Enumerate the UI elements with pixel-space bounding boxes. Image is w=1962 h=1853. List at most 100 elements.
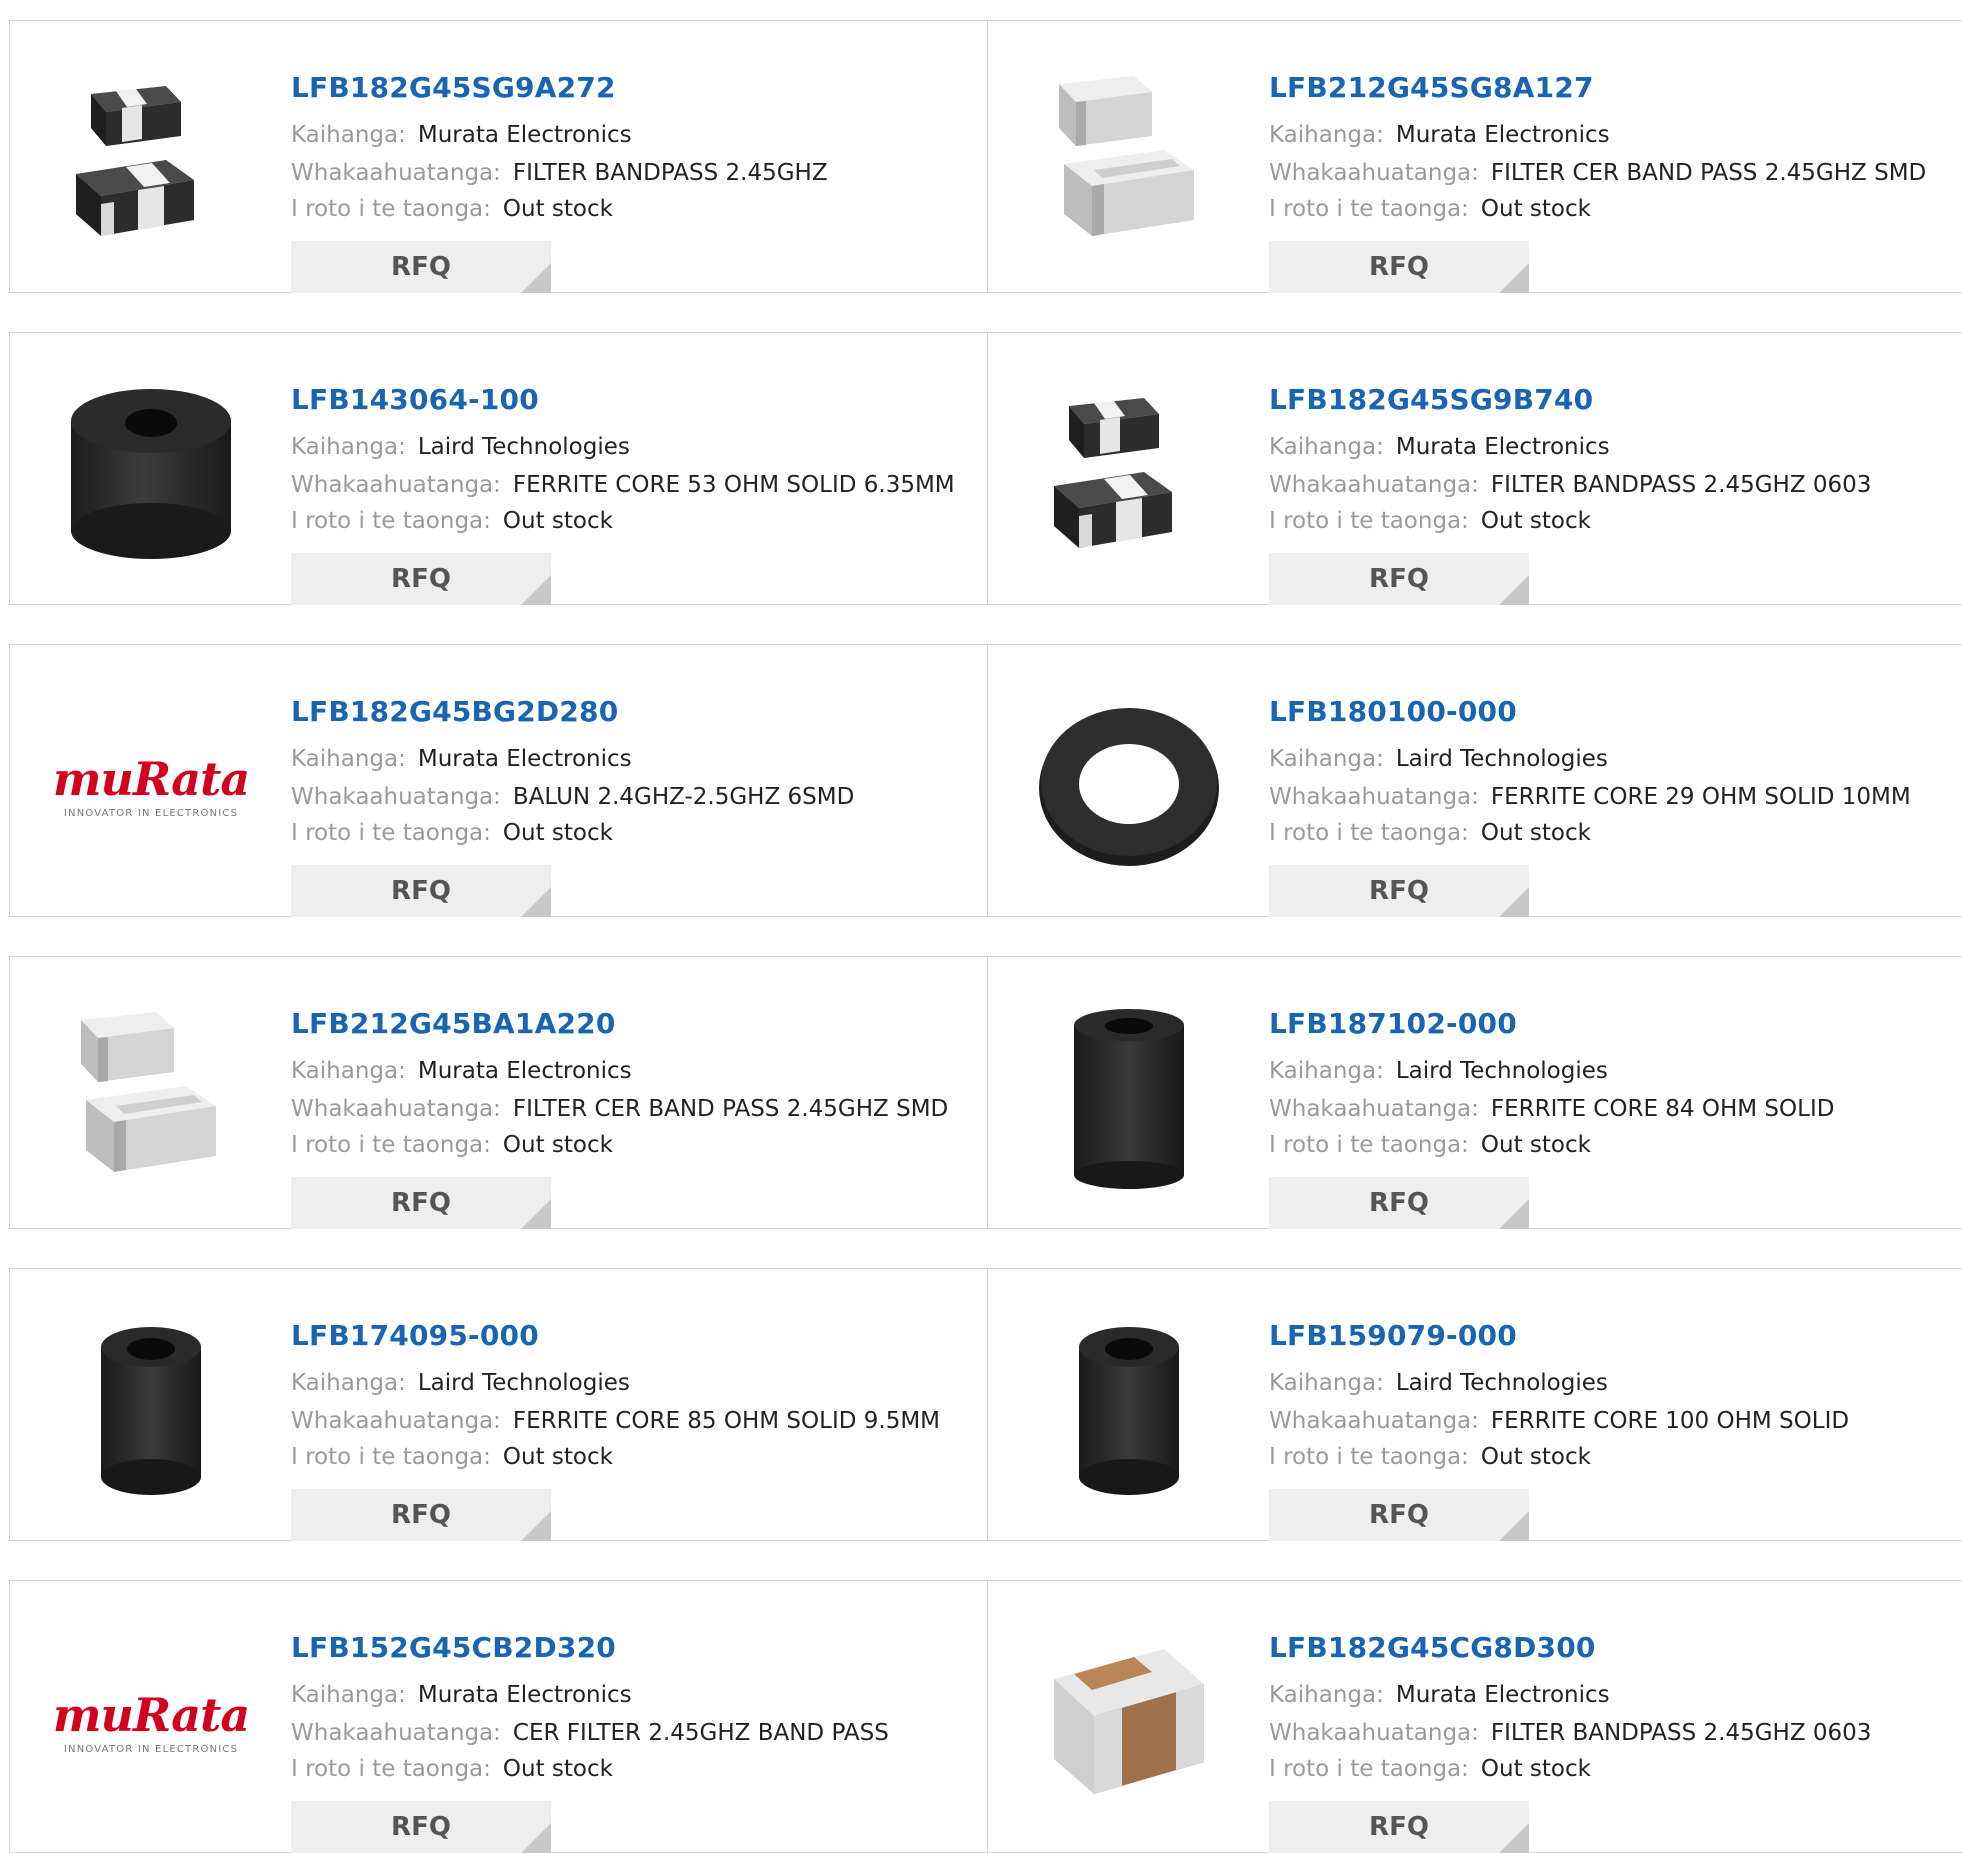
stock-row: I roto i te taonga: Out stock bbox=[291, 820, 613, 846]
rfq-button[interactable]: RFQ bbox=[1269, 241, 1529, 293]
description-row: Whakaahuatanga: FILTER BANDPASS 2.45GHZ bbox=[291, 160, 828, 186]
part-number-link[interactable]: LFB159079-000 bbox=[1269, 1319, 1517, 1352]
rfq-button[interactable]: RFQ bbox=[1269, 1801, 1529, 1853]
manufacturer-label: Kaihanga: bbox=[1269, 746, 1384, 772]
rfq-button[interactable]: RFQ bbox=[1269, 865, 1529, 917]
product-image-ferrite-core-tall[interactable] bbox=[1034, 1000, 1224, 1194]
product-thumbnail[interactable] bbox=[51, 373, 251, 573]
rfq-corner-decoration bbox=[521, 263, 551, 293]
rfq-button[interactable]: RFQ bbox=[1269, 1489, 1529, 1541]
product-thumbnail[interactable] bbox=[1029, 997, 1229, 1197]
product-row: LFB143064-100 Kaihanga: Laird Technologie… bbox=[9, 332, 1962, 605]
stock-row: I roto i te taonga: Out stock bbox=[1269, 1132, 1591, 1158]
product-thumbnail[interactable] bbox=[1029, 1621, 1229, 1821]
description-label: Whakaahuatanga: bbox=[1269, 1408, 1479, 1434]
description-value: CER FILTER 2.45GHZ BAND PASS bbox=[512, 1720, 889, 1746]
description-value: FILTER CER BAND PASS 2.45GHZ SMD bbox=[512, 1096, 949, 1122]
part-number-link[interactable]: LFB180100-000 bbox=[1269, 695, 1517, 728]
product-image-ferrite-core-short[interactable] bbox=[56, 376, 246, 570]
product-thumbnail[interactable] bbox=[51, 997, 251, 1197]
product-image-grey-smd-chip-pair[interactable] bbox=[56, 1000, 246, 1194]
manufacturer-label: Kaihanga: bbox=[1269, 122, 1384, 148]
manufacturer-row: Kaihanga: Laird Technologies bbox=[291, 434, 630, 460]
manufacturer-row: Kaihanga: Murata Electronics bbox=[291, 1682, 632, 1708]
description-label: Whakaahuatanga: bbox=[1269, 1096, 1479, 1122]
manufacturer-row: Kaihanga: Murata Electronics bbox=[291, 122, 632, 148]
rfq-button[interactable]: RFQ bbox=[1269, 553, 1529, 605]
part-number-link[interactable]: LFB212G45SG8A127 bbox=[1269, 71, 1594, 104]
stock-value: Out stock bbox=[1480, 1444, 1591, 1470]
product-image-ferrite-core-medium[interactable] bbox=[1034, 1312, 1224, 1506]
description-row: Whakaahuatanga: FILTER CER BAND PASS 2.45… bbox=[1269, 160, 1926, 186]
part-number-link[interactable]: LFB187102-000 bbox=[1269, 1007, 1517, 1040]
part-number-link[interactable]: LFB152G45CB2D320 bbox=[291, 1631, 616, 1664]
product-thumbnail[interactable] bbox=[1029, 61, 1229, 261]
description-value: FERRITE CORE 29 OHM SOLID 10MM bbox=[1490, 784, 1911, 810]
manufacturer-label: Kaihanga: bbox=[1269, 1370, 1384, 1396]
stock-row: I roto i te taonga: Out stock bbox=[1269, 1444, 1591, 1470]
rfq-label: RFQ bbox=[391, 876, 451, 906]
description-label: Whakaahuatanga: bbox=[1269, 784, 1479, 810]
product-image-grey-smd-chip-pair[interactable] bbox=[1034, 64, 1224, 258]
stock-row: I roto i te taonga: Out stock bbox=[1269, 508, 1591, 534]
product-row: LFB182G45SG9A272 Kaihanga: Murata Electro… bbox=[9, 20, 1962, 293]
stock-label: I roto i te taonga: bbox=[291, 508, 491, 534]
product-thumbnail[interactable] bbox=[1029, 685, 1229, 885]
stock-value: Out stock bbox=[502, 1444, 613, 1470]
manufacturer-row: Kaihanga: Laird Technologies bbox=[291, 1370, 630, 1396]
manufacturer-value: Murata Electronics bbox=[1395, 122, 1610, 148]
product-image-ferrite-core-medium[interactable] bbox=[56, 1312, 246, 1506]
part-number-link[interactable]: LFB182G45SG9B740 bbox=[1269, 383, 1593, 416]
description-row: Whakaahuatanga: FILTER BANDPASS 2.45GHZ 0… bbox=[1269, 472, 1871, 498]
manufacturer-value: Laird Technologies bbox=[417, 1370, 630, 1396]
product-image-black-smd-chip-pair[interactable] bbox=[56, 64, 246, 258]
rfq-label: RFQ bbox=[391, 252, 451, 282]
rfq-button[interactable]: RFQ bbox=[291, 241, 551, 293]
rfq-label: RFQ bbox=[1369, 1188, 1429, 1218]
product-thumbnail[interactable] bbox=[51, 1309, 251, 1509]
product-card: LFB182G45SG9A272 Kaihanga: Murata Electro… bbox=[10, 21, 988, 293]
rfq-corner-decoration bbox=[521, 1199, 551, 1229]
part-number-link[interactable]: LFB182G45CG8D300 bbox=[1269, 1631, 1596, 1664]
rfq-button[interactable]: RFQ bbox=[291, 1489, 551, 1541]
manufacturer-value: Laird Technologies bbox=[1395, 746, 1608, 772]
part-number-link[interactable]: LFB182G45SG9A272 bbox=[291, 71, 616, 104]
part-number-link[interactable]: LFB182G45BG2D280 bbox=[291, 695, 618, 728]
product-image-black-smd-chip-pair[interactable] bbox=[1034, 376, 1224, 570]
description-row: Whakaahuatanga: FERRITE CORE 100 OHM SOLI… bbox=[1269, 1408, 1849, 1434]
product-card: LFB212G45BA1A220 Kaihanga: Murata Electro… bbox=[10, 957, 988, 1229]
stock-value: Out stock bbox=[1480, 820, 1591, 846]
rfq-corner-decoration bbox=[1499, 1823, 1529, 1853]
stock-label: I roto i te taonga: bbox=[291, 1444, 491, 1470]
product-thumbnail[interactable]: muRata INNOVATOR IN ELECTRONICS bbox=[51, 1621, 251, 1821]
description-label: Whakaahuatanga: bbox=[291, 1720, 501, 1746]
product-thumbnail[interactable] bbox=[1029, 1309, 1229, 1509]
rfq-button[interactable]: RFQ bbox=[291, 1177, 551, 1229]
product-card: LFB174095-000 Kaihanga: Laird Technologie… bbox=[10, 1269, 988, 1541]
rfq-label: RFQ bbox=[391, 564, 451, 594]
part-number-link[interactable]: LFB212G45BA1A220 bbox=[291, 1007, 616, 1040]
stock-row: I roto i te taonga: Out stock bbox=[1269, 820, 1591, 846]
product-thumbnail[interactable]: muRata INNOVATOR IN ELECTRONICS bbox=[51, 685, 251, 885]
manufacturer-value: Murata Electronics bbox=[417, 122, 632, 148]
product-image-ferrite-ring[interactable] bbox=[1034, 688, 1224, 882]
logo-tagline: INNOVATOR IN ELECTRONICS bbox=[63, 1743, 239, 1755]
logo-word: muRata bbox=[52, 751, 250, 806]
rfq-corner-decoration bbox=[1499, 575, 1529, 605]
rfq-label: RFQ bbox=[1369, 252, 1429, 282]
product-thumbnail[interactable] bbox=[51, 61, 251, 261]
rfq-button[interactable]: RFQ bbox=[291, 865, 551, 917]
product-image-ceramic-chip-brown[interactable] bbox=[1034, 1624, 1224, 1818]
rfq-button[interactable]: RFQ bbox=[291, 553, 551, 605]
rfq-button[interactable]: RFQ bbox=[1269, 1177, 1529, 1229]
manufacturer-value: Laird Technologies bbox=[1395, 1370, 1608, 1396]
rfq-button[interactable]: RFQ bbox=[291, 1801, 551, 1853]
manufacturer-row: Kaihanga: Murata Electronics bbox=[1269, 1682, 1610, 1708]
part-number-link[interactable]: LFB143064-100 bbox=[291, 383, 539, 416]
manufacturer-label: Kaihanga: bbox=[291, 1058, 406, 1084]
manufacturer-label: Kaihanga: bbox=[291, 122, 406, 148]
part-number-link[interactable]: LFB174095-000 bbox=[291, 1319, 539, 1352]
manufacturer-row: Kaihanga: Murata Electronics bbox=[291, 746, 632, 772]
manufacturer-value: Laird Technologies bbox=[417, 434, 630, 460]
product-thumbnail[interactable] bbox=[1029, 373, 1229, 573]
